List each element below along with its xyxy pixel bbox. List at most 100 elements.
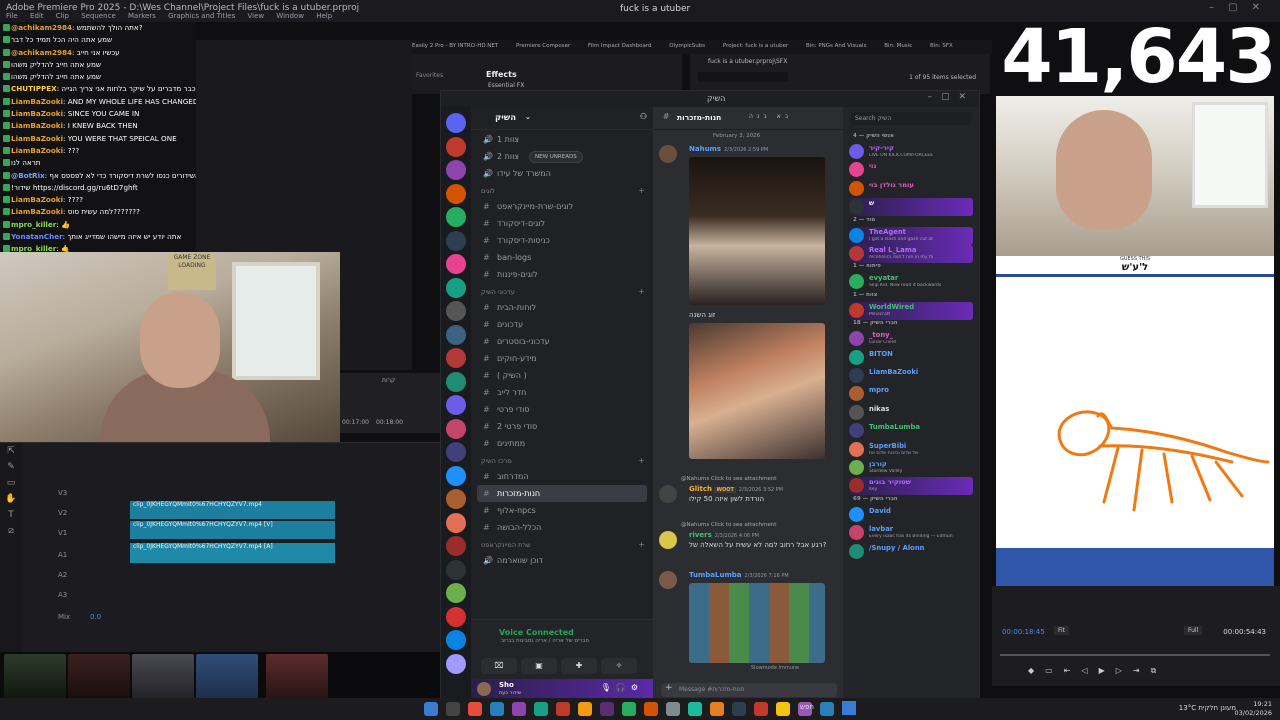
window-controls[interactable]: –▢✕	[1209, 2, 1274, 13]
tab-premiere-composer[interactable]: Premiere Composer	[516, 40, 570, 49]
weather-tray[interactable]: 13°C מעונן חלקית	[1179, 704, 1236, 712]
menu-view[interactable]: View	[247, 12, 264, 20]
server-icon[interactable]	[446, 653, 466, 674]
add-channel-icon[interactable]: +	[638, 283, 645, 299]
thumbnail[interactable]	[266, 654, 328, 704]
server-icon[interactable]	[446, 136, 466, 157]
screen-share-icon[interactable]: ▣	[521, 658, 557, 674]
member-item[interactable]: _tony_ Lunar Client	[849, 330, 973, 348]
avatar[interactable]	[849, 331, 864, 347]
video-clip-v1[interactable]: clip_0JKHEGYQMmIt0%67HCHYQZYV7.mp4 [V]	[130, 521, 335, 539]
taskbar-app-icon[interactable]	[820, 702, 834, 716]
server-icon[interactable]	[446, 230, 466, 251]
voice-channel[interactable]: חברים של אריה / אריה נסביגות בגרוב	[501, 638, 589, 644]
server-icon[interactable]	[446, 465, 466, 486]
thumbnail[interactable]	[196, 654, 258, 704]
menu-help[interactable]: Help	[316, 12, 332, 20]
channel-item[interactable]: 🔊 1 צוות	[471, 131, 653, 148]
member-item[interactable]: SuperBibi של שלום ובזכות שלום את	[849, 441, 973, 459]
member-item[interactable]: Real L_Lama Alcoholics don't run in my fa	[849, 245, 973, 263]
server-icon[interactable]	[446, 395, 466, 415]
channel-category[interactable]: מרכז השיק +	[471, 452, 653, 468]
server-icon[interactable]	[446, 183, 466, 204]
channel-item[interactable]: # חדר לייב	[471, 384, 653, 401]
avatar[interactable]	[849, 274, 864, 290]
tab-bin-music[interactable]: Bin: Music	[884, 40, 912, 49]
taskbar-search[interactable]: חפש	[800, 703, 814, 711]
server-icon[interactable]	[446, 512, 466, 533]
photo-attachment[interactable]	[689, 157, 825, 305]
activities-icon[interactable]: ✚	[561, 658, 597, 674]
member-item[interactable]: שטוקיר בונים Key	[849, 477, 973, 496]
taskbar-app-icon[interactable]	[490, 702, 504, 716]
timeline-ruler[interactable]: 00:17:00 00:18:00 קרות	[340, 373, 440, 433]
chat-username[interactable]: LiamBaZooki	[11, 97, 63, 106]
track-a2[interactable]: A2	[22, 567, 432, 585]
member-item[interactable]: nikas	[849, 404, 973, 422]
chat-username[interactable]: YonatanCher	[11, 232, 63, 241]
taskbar-app-icon[interactable]	[600, 702, 614, 716]
channel-item[interactable]: # כניסות-דיסקורד	[471, 232, 653, 249]
channel-item[interactable]: # לוגים-שרת-מיינקראפט	[471, 198, 653, 215]
type-tool-icon[interactable]: T	[0, 507, 22, 523]
taskbar-app-icon[interactable]	[710, 702, 724, 716]
chat-username[interactable]: LiamBaZooki	[11, 207, 63, 216]
avatar[interactable]	[849, 543, 864, 559]
add-channel-icon[interactable]: +	[638, 452, 645, 468]
quality-select[interactable]: Full	[1184, 626, 1203, 635]
project-search-input[interactable]	[698, 72, 788, 82]
menu-markers[interactable]: Markers	[128, 12, 156, 20]
avatar[interactable]	[849, 144, 864, 159]
rect-tool-icon[interactable]: ▭	[0, 475, 22, 491]
channel-item[interactable]: # סודי פרטי 2	[471, 418, 653, 435]
effects-title[interactable]: Effects	[486, 70, 517, 79]
member-item[interactable]: BITON	[849, 349, 973, 367]
server-icon[interactable]	[446, 371, 466, 392]
avatar[interactable]	[849, 162, 864, 178]
member-item[interactable]: WorldWired Minecraft	[849, 301, 973, 320]
member-item[interactable]: עומר גולדן בוי	[849, 180, 973, 198]
pen-tool-icon[interactable]: ✎	[0, 459, 22, 475]
taskbar-app-icon[interactable]	[754, 702, 768, 716]
channel-category[interactable]: עדכוני השיק +	[471, 283, 653, 299]
server-icon[interactable]	[446, 536, 466, 556]
chat-username[interactable]: LiamBaZooki	[11, 146, 63, 155]
member-item[interactable]: David	[849, 506, 973, 524]
avatar[interactable]	[849, 349, 864, 365]
effects-item[interactable]: Essential FX	[488, 82, 524, 89]
reply-preview[interactable]: @Nahums Click to see attachment	[681, 476, 776, 482]
channel-item[interactable]: # ( השיק )	[471, 367, 653, 384]
avatar[interactable]	[849, 368, 864, 383]
taskbar-app-icon[interactable]	[776, 702, 790, 716]
server-icon[interactable]	[446, 606, 466, 627]
avatar[interactable]	[849, 460, 864, 475]
avatar[interactable]	[659, 571, 677, 589]
channel-category[interactable]: לוגים +	[471, 182, 653, 198]
message-input[interactable]: Message #חנות-מזכרות	[661, 683, 837, 697]
channel-item[interactable]: # חנות-מזכרות	[477, 485, 647, 502]
server-icon[interactable]	[446, 160, 466, 180]
channel-item[interactable]: # אלוף-npcs	[471, 502, 653, 519]
taskbar-app-icon[interactable]	[732, 702, 746, 716]
mic-headset-settings-icon[interactable]: 🎙🎧⚙	[601, 683, 643, 692]
server-icon[interactable]	[446, 207, 466, 227]
transport-controls[interactable]: ◆▭⇤◁▶▷⇥⧉	[1028, 666, 1167, 676]
taskbar-app-icon[interactable]	[424, 702, 438, 716]
photo-attachment[interactable]	[689, 583, 825, 663]
add-channel-icon[interactable]: +	[638, 182, 645, 198]
channel-item[interactable]: # ממתינים	[471, 435, 653, 452]
hand-tool-icon[interactable]: ✋	[0, 491, 22, 507]
message-author[interactable]: rivers 2/3/2026 4:06 PM	[689, 531, 759, 539]
add-channel-icon[interactable]: +	[638, 536, 645, 552]
message-author[interactable]: TumbaLumba 2/3/2026 7:16 PM	[689, 571, 789, 579]
server-icon[interactable]	[446, 301, 466, 321]
taskbar-app-icon[interactable]	[622, 702, 636, 716]
avatar[interactable]	[659, 531, 677, 549]
menu-edit[interactable]: Edit	[30, 12, 44, 20]
tab-film-impact[interactable]: Film Impact Dashboard	[588, 40, 652, 49]
avatar[interactable]	[849, 423, 864, 439]
taskbar-app-icon[interactable]	[556, 702, 570, 716]
avatar[interactable]	[849, 478, 864, 494]
server-icon[interactable]	[446, 489, 466, 509]
thumbnail[interactable]	[4, 654, 66, 704]
